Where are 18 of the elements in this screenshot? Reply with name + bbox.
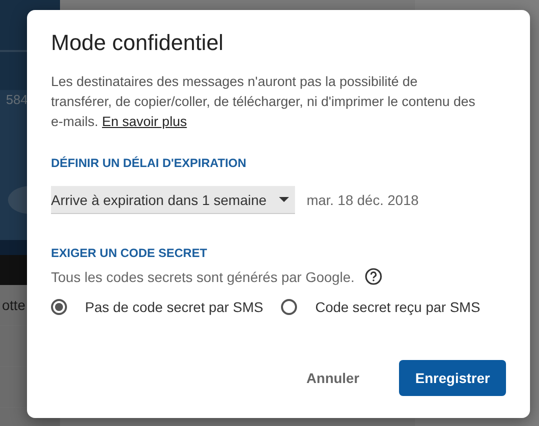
list-item-text: otte [2,297,26,313]
save-button[interactable]: Enregistrer [399,360,506,396]
radio-option[interactable]: Pas de code secret par SMS [51,299,264,315]
cancel-button[interactable]: Annuler [290,360,376,396]
expiration-date: mar. 18 déc. 2018 [306,192,419,208]
description: Les destinataires des messages n'auront pas la possibilité de transférer, de copier/coller, de télécharger, ni d'imprimer le contenu des e-mails. En savoir plus [51,73,476,131]
radio-option[interactable]: Code secret reçu par SMS [281,299,480,315]
picture-number: 584 [6,92,28,107]
radio-button[interactable] [51,299,67,315]
expiration-dropdown[interactable]: Arrive à expiration dans 1 semaine [51,186,295,214]
learn-more-link[interactable]: En savoir plus [102,114,187,129]
radio-button[interactable] [281,299,298,315]
section-heading: DÉFINIR UN DÉLAI D'EXPIRATION [51,156,248,170]
note-text: Tous les codes secrets sont générés par Google. [51,268,355,284]
help-icon[interactable] [364,268,382,285]
dialog-title: Mode confidentiel [51,30,224,56]
caret-icon [278,197,289,202]
section-heading: EXIGER UN CODE SECRET [51,246,208,260]
